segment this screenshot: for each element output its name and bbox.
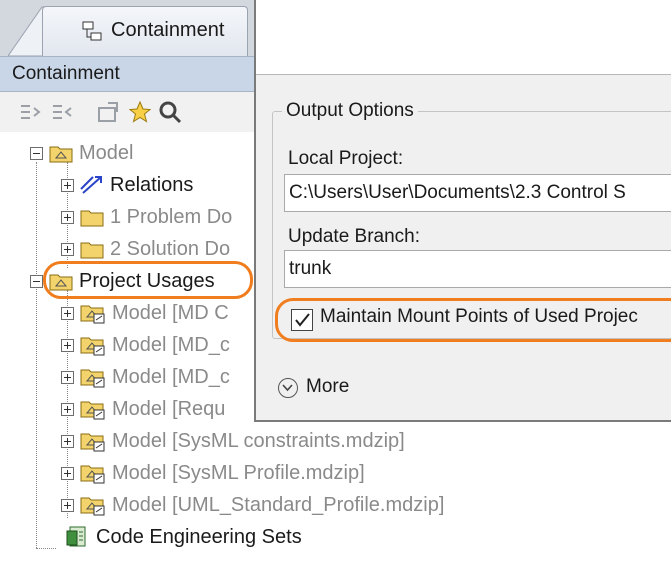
tree-node-usage[interactable]: Model [UML_Standard_Profile.mdzip] bbox=[61, 490, 444, 520]
tree-label: Model bbox=[79, 141, 134, 164]
dialog-header-area bbox=[256, 0, 671, 75]
tree-toolbar bbox=[0, 92, 260, 132]
tree-node-usage[interactable]: Model [Requ bbox=[61, 394, 225, 424]
tree-node-usage[interactable]: Model [MD C bbox=[61, 298, 229, 328]
search-icon[interactable] bbox=[158, 100, 182, 124]
used-project-icon bbox=[80, 465, 105, 484]
tree-label: Model [SysML constraints.mdzip] bbox=[112, 429, 405, 452]
package-icon bbox=[49, 146, 73, 163]
expand-toggle[interactable] bbox=[61, 434, 74, 448]
folder-icon bbox=[80, 210, 104, 227]
collapse-toggle[interactable] bbox=[30, 146, 43, 160]
tree-label: 2 Solution Do bbox=[110, 237, 231, 260]
tree-node-model[interactable]: Model bbox=[30, 138, 133, 168]
tree-label: Model [UML_Standard_Profile.mdzip] bbox=[112, 493, 445, 516]
collapse-all-icon[interactable] bbox=[50, 100, 74, 124]
tree-node-usage[interactable]: Model [SysML Profile.mdzip] bbox=[61, 458, 365, 488]
tree-node-relations[interactable]: Relations bbox=[61, 170, 193, 200]
tree-label: Model [MD_c bbox=[112, 365, 230, 388]
used-project-icon bbox=[80, 433, 105, 452]
tree-node-usage[interactable]: Model [SysML constraints.mdzip] bbox=[61, 426, 405, 456]
expand-toggle[interactable] bbox=[61, 338, 74, 352]
expand-toggle[interactable] bbox=[61, 370, 74, 384]
expand-toggle[interactable] bbox=[61, 210, 74, 224]
local-project-field[interactable]: C:\Users\User\Documents\2.3 Control S bbox=[284, 174, 671, 212]
group-title: Output Options bbox=[282, 100, 418, 122]
used-project-icon bbox=[80, 369, 105, 388]
chevron-down-icon[interactable] bbox=[278, 378, 298, 398]
local-project-label: Local Project: bbox=[288, 148, 404, 169]
expand-toggle[interactable] bbox=[61, 178, 74, 192]
tree-label: Model [MD C bbox=[112, 301, 229, 324]
tree-node-problem[interactable]: 1 Problem Do bbox=[61, 202, 232, 232]
tree-node-solution[interactable]: 2 Solution Do bbox=[61, 234, 230, 264]
folder-icon bbox=[80, 242, 104, 259]
expand-toggle[interactable] bbox=[61, 466, 74, 480]
star-icon[interactable] bbox=[128, 100, 152, 124]
tab-label: Containment bbox=[111, 19, 225, 41]
tree-label: Model [SysML Profile.mdzip] bbox=[112, 461, 365, 484]
more-button[interactable]: More bbox=[306, 376, 349, 398]
panel-title-bar: Containment bbox=[0, 56, 260, 92]
branch-options-dialog: Output Options Local Project: C:\Users\U… bbox=[254, 0, 671, 422]
expand-all-icon[interactable] bbox=[18, 100, 42, 124]
expand-toggle[interactable] bbox=[61, 306, 74, 320]
used-project-icon bbox=[80, 305, 105, 324]
maintain-mount-points-highlight bbox=[275, 298, 671, 342]
code-engineering-icon bbox=[66, 526, 86, 547]
update-branch-label: Update Branch: bbox=[288, 226, 421, 247]
tree-label: Code Engineering Sets bbox=[96, 525, 302, 548]
expand-toggle[interactable] bbox=[61, 242, 74, 256]
used-project-icon bbox=[80, 337, 105, 356]
tree-node-code-engineering[interactable]: Code Engineering Sets bbox=[60, 522, 302, 552]
open-icon[interactable] bbox=[96, 100, 120, 124]
update-branch-field[interactable]: trunk bbox=[284, 250, 671, 288]
tree-label: Relations bbox=[110, 173, 194, 196]
tree-node-usage[interactable]: Model [MD_c bbox=[61, 362, 230, 392]
containment-tree-icon bbox=[82, 21, 102, 41]
tree-label: Model [MD_c bbox=[112, 333, 230, 356]
collapse-toggle[interactable] bbox=[30, 274, 43, 288]
expand-toggle[interactable] bbox=[61, 402, 74, 416]
used-project-icon bbox=[80, 401, 105, 420]
project-usages-highlight bbox=[43, 261, 253, 299]
tab-containment[interactable]: Containment bbox=[42, 6, 248, 56]
tree-label: 1 Problem Do bbox=[110, 205, 233, 228]
used-project-icon bbox=[80, 497, 105, 516]
expand-toggle[interactable] bbox=[61, 498, 74, 512]
panel-title: Containment bbox=[12, 63, 120, 84]
tree-node-usage[interactable]: Model [MD_c bbox=[61, 330, 230, 360]
relations-icon bbox=[80, 176, 102, 194]
tree-label: Model [Requ bbox=[112, 397, 226, 420]
